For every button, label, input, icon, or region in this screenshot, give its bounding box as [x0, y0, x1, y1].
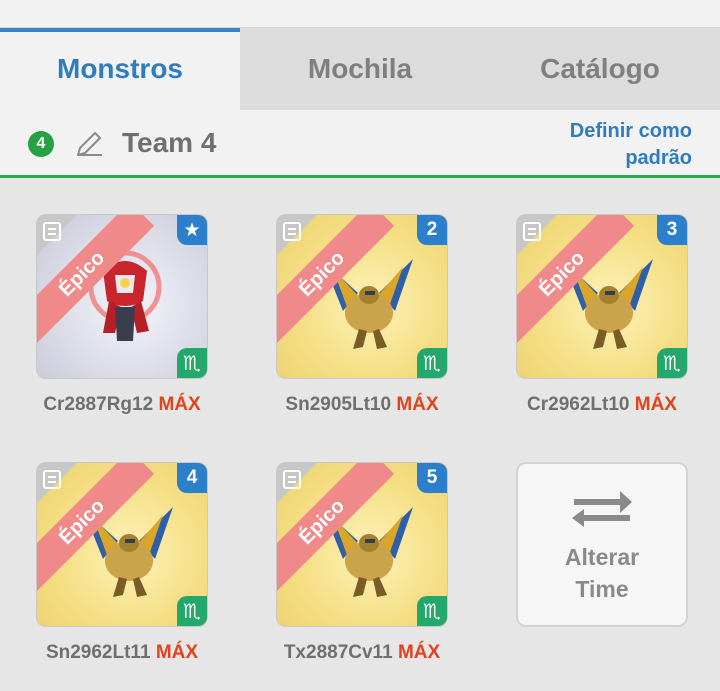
monster-caption: Cr2962Lt10 MÁX [496, 394, 708, 416]
monster-caption: Sn2962Lt11 MÁX [16, 642, 228, 664]
monster-name: Sn2905Lt10 [285, 394, 392, 415]
tab-mochila[interactable]: Mochila [240, 28, 480, 110]
pencil-icon[interactable] [72, 127, 106, 161]
details-icon[interactable] [523, 221, 541, 241]
monster-card[interactable]: Épico 3 ♏ [516, 214, 688, 379]
details-icon[interactable] [283, 469, 301, 489]
monster-level: MÁX [397, 642, 441, 663]
slot-number-badge: 3 [657, 215, 687, 245]
team-number-badge: 4 [28, 131, 54, 157]
tab-monstros[interactable]: Monstros [0, 28, 240, 110]
slot-number-badge: 2 [417, 215, 447, 245]
details-icon[interactable] [43, 469, 61, 489]
element-icon: ♏ [417, 596, 447, 626]
team-name: Team 4 [122, 127, 217, 158]
element-icon: ♏ [177, 596, 207, 626]
monster-card[interactable]: Épico ★ ♏ [36, 214, 208, 379]
element-icon: ♏ [417, 348, 447, 378]
slot-number-badge: 5 [417, 463, 447, 493]
set-default-link[interactable]: Definir como padrão [542, 118, 692, 172]
top-bar [0, 0, 720, 28]
monster-card[interactable]: Épico 4 ♏ [36, 462, 208, 627]
monster-level: MÁX [634, 394, 677, 415]
tab-catalogo[interactable]: Catálogo [480, 28, 720, 110]
monster-caption: Sn2905Lt10 MÁX [256, 394, 468, 416]
monster-name: Cr2962Lt10 [527, 394, 630, 415]
change-team-label: Alterar Time [564, 543, 640, 602]
monster-card[interactable]: Épico 5 ♏ [276, 462, 448, 627]
leader-star-icon: ★ [177, 215, 207, 245]
monster-level: MÁX [155, 642, 199, 663]
slot-number-badge: 4 [177, 463, 207, 493]
team-header: 4 Team 4 Definir como padrão [0, 110, 720, 178]
element-icon: ♏ [657, 348, 687, 378]
details-icon[interactable] [283, 221, 301, 241]
monster-name: Sn2962Lt11 [45, 642, 151, 663]
swap-arrows-icon [572, 490, 632, 527]
monster-name: Tx2887Cv11 [283, 642, 393, 663]
details-icon[interactable] [43, 221, 61, 241]
monster-level: MÁX [396, 394, 439, 415]
monster-level: MÁX [158, 394, 201, 415]
change-team-button[interactable]: Alterar Time [516, 462, 688, 627]
monster-name: Cr2887Rg12 [43, 394, 154, 415]
monster-grid: Épico ★ ♏ Cr2887Rg12 MÁX Épico 2 ♏ Sn290… [0, 181, 720, 691]
element-icon: ♏ [177, 348, 207, 378]
monster-card[interactable]: Épico 2 ♏ [276, 214, 448, 379]
monster-caption: Tx2887Cv11 MÁX [256, 642, 468, 664]
tab-bar: Monstros Mochila Catálogo [0, 28, 720, 110]
monster-caption: Cr2887Rg12 MÁX [16, 394, 228, 416]
